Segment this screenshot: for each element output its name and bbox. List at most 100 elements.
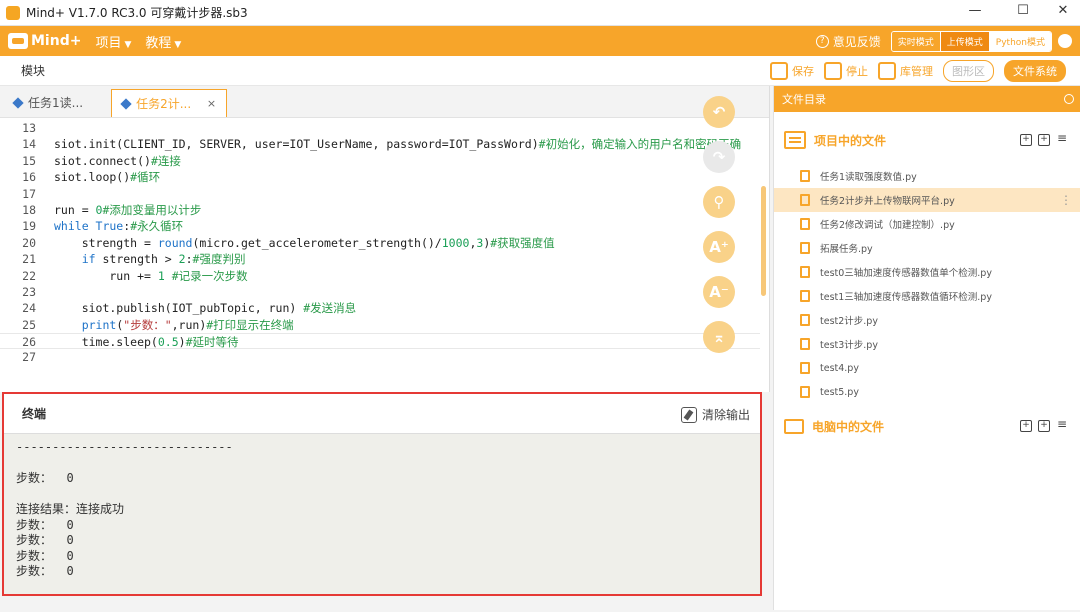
terminal-output[interactable]: ------------------------------ 步数： 0 连接结果：… [4,434,760,594]
file-name: test5.py [820,386,859,398]
computer-files-title: 电脑中的文件 [812,419,885,434]
font-increase-icon[interactable]: A⁺ [703,231,735,263]
file-name: test3计步.py [820,340,878,351]
undo-icon[interactable]: ↶ [703,96,735,128]
redo-icon[interactable]: ↷ [703,141,735,173]
save-icon [770,62,788,80]
code-line[interactable]: 20 strength = round(micro.get_accelerome… [0,235,760,251]
project-files-section[interactable]: 项目中的文件 + + ≡ [774,126,1080,154]
file-icon [800,338,810,350]
more-icon[interactable]: ⋮ [1060,193,1072,207]
feedback-button[interactable]: ? 意见反馈 [815,33,881,50]
code-line[interactable]: 19 while True:#永久循环 [0,218,760,234]
line-number: 18 [22,202,36,217]
file-icon [800,218,810,230]
save-button[interactable]: 保存 [770,62,814,80]
graph-area-button[interactable]: 图形区 [943,60,994,82]
mode-upload[interactable]: 上传模式 [940,31,990,51]
feedback-label: 意见反馈 [832,34,881,49]
code-text: siot.loop()#循环 [54,170,161,185]
file-tab-task1[interactable]: 任务1读... [4,89,93,117]
file-icon [800,386,810,398]
file-item[interactable]: test1三轴加速度传感器数值循环检测.py [774,284,1080,308]
file-item[interactable]: 任务2计步并上传物联网平台.py ⋮ [774,188,1080,212]
code-line[interactable]: 27 [0,349,760,365]
new-file-icon[interactable]: + [1020,420,1032,432]
code-area[interactable]: 13 14 siot.init(CLIENT_ID, SERVER, user=IO… [0,120,760,366]
library-label: 库管理 [900,65,933,78]
code-line[interactable]: 26 time.sleep(0.5)#延时等待 [0,333,760,350]
editor-toolbar: 模块 代码 保存 停止 库管理 图形区 文件系统 [0,56,1080,112]
file-item[interactable]: test5.py [774,380,1080,404]
close-button[interactable]: ✕ [1048,3,1078,18]
mindplus-logo: Mind+ [8,33,81,49]
menu-project[interactable]: 项目 ▼ [95,32,131,51]
library-button[interactable]: 库管理 [878,62,933,80]
stop-button[interactable]: 停止 [824,62,868,80]
code-line[interactable]: 13 [0,120,760,136]
line-number: 14 [22,137,36,152]
file-item[interactable]: test3计步.py [774,332,1080,356]
refresh-icon[interactable] [1064,94,1074,104]
file-item[interactable]: test2计步.py [774,308,1080,332]
status-strip [0,596,770,612]
mode-realtime[interactable]: 实时模式 [891,31,941,51]
code-line[interactable]: 15 siot.connect()#连接 [0,153,760,169]
line-number: 26 [22,335,36,350]
app-icon [6,5,20,20]
code-line[interactable]: 25 print("步数：",run)#打印显示在终端 [0,317,760,333]
file-item[interactable]: 拓展任务.py [774,236,1080,260]
computer-files-section[interactable]: 电脑中的文件 + + ≡ [774,412,1080,440]
file-icon [800,314,810,326]
file-item[interactable]: test4.py [774,356,1080,380]
file-tab-task2[interactable]: 任务2计... × [111,89,228,117]
mode-python[interactable]: Python模式 [989,31,1051,51]
code-text: print("步数：",run)#打印显示在终端 [81,317,294,332]
filesystem-label: 文件系统 [1013,65,1057,78]
minimize-button[interactable]: — [960,3,990,18]
menu-icon[interactable]: ≡ [1056,418,1068,432]
file-icon [800,362,810,374]
collapse-icon[interactable]: ⌅ [703,321,735,353]
code-line[interactable]: 23 [0,284,760,300]
line-number: 16 [22,170,36,185]
new-folder-icon[interactable]: + [1038,134,1050,146]
gear-icon[interactable] [1058,34,1072,48]
clear-output-button[interactable]: 清除输出 [680,406,750,423]
file-item[interactable]: 任务2修改调试（加建控制）.py [774,212,1080,236]
menu-project-label: 项目 [95,35,122,51]
filesystem-button[interactable]: 文件系统 [1004,60,1066,82]
maximize-button[interactable]: ☐ [1008,3,1038,18]
code-line[interactable]: 16 siot.loop()#循环 [0,169,760,185]
file-name: 任务1读取强度数值.py [820,172,917,183]
code-line[interactable]: 21 if strength > 2:#强度判别 [0,251,760,267]
file-icon [800,266,810,278]
code-line[interactable]: 24 siot.publish(IOT_pubTopic, run) #发送消息 [0,300,760,316]
new-folder-icon[interactable]: + [1038,420,1050,432]
close-tab-icon[interactable]: × [207,91,216,117]
new-file-icon[interactable]: + [1020,134,1032,146]
file-directory-header: 文件目录 [774,86,1080,112]
code-text: siot.init(CLIENT_ID, SERVER, user=IOT_Us… [54,137,742,152]
editor-scrollbar[interactable] [761,186,766,296]
file-item[interactable]: 任务1读取强度数值.py [774,164,1080,188]
code-line[interactable]: 18 run = 0#添加变量用以计步 [0,202,760,218]
terminal-title: 终端 [22,407,47,421]
code-line[interactable]: 17 [0,186,760,202]
code-line[interactable]: 22 run += 1 #记录一次步数 [0,268,760,284]
file-item[interactable]: test0三轴加速度传感器数值单个检测.py [774,260,1080,284]
file-tabs: 任务1读... 任务2计... × [0,86,769,118]
line-number: 15 [22,153,36,168]
tab-blocks[interactable]: 模块 [6,60,60,82]
menu-icon[interactable]: ≡ [1056,132,1068,146]
terminal-line: 步数： 0 [16,564,74,578]
code-line[interactable]: 14 siot.init(CLIENT_ID, SERVER, user=IOT_… [0,136,760,152]
menu-tutorial[interactable]: 教程 ▼ [145,32,181,51]
file-name: test0三轴加速度传感器数值单个检测.py [820,268,992,279]
logo-text: Mind+ [31,33,82,49]
font-decrease-icon[interactable]: A⁻ [703,276,735,308]
project-file-list: 任务1读取强度数值.py 任务2计步并上传物联网平台.py ⋮ 任务2修改调试（加建控… [774,164,1080,404]
search-icon[interactable]: ⚲ [703,186,735,218]
code-text: while True:#永久循环 [54,219,184,234]
caret-down-icon: ▼ [124,39,132,50]
